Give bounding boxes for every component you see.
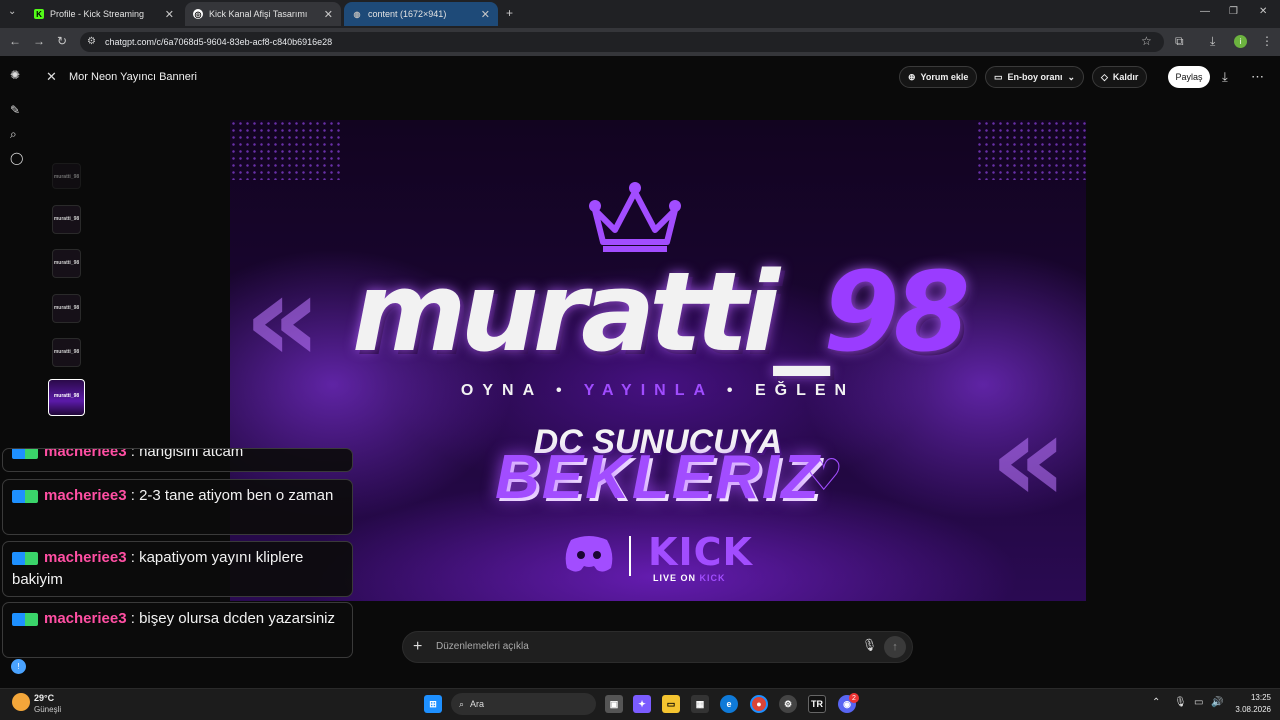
minimize-icon[interactable]: — [1200,6,1210,17]
thumbnail-selected[interactable]: muratti_98 [48,379,85,416]
chatgpt-favicon-icon: ◎ [193,9,203,19]
windows-start-icon[interactable]: ⊞ [424,695,442,713]
streamer-name: muratti_98 [351,248,970,376]
send-button[interactable]: ↑ [884,636,906,658]
chrome-icon[interactable]: ● [750,695,768,713]
tray-display-icon[interactable]: ▭ [1194,697,1203,708]
edge-icon[interactable]: e [720,695,738,713]
chevron-down-icon: ⌄ [1067,71,1076,82]
remove-button[interactable]: ◇ Kaldır [1092,66,1148,88]
close-icon[interactable]: ✕ [46,69,57,85]
chat-badge-icon [12,612,38,626]
reload-icon[interactable]: ↻ [57,34,67,48]
thumbnail[interactable]: muratti_98 [52,205,81,234]
taskbar-search[interactable]: ⌕ Ara [451,693,596,715]
weather-desc[interactable]: Güneşli [34,705,61,714]
thumbnail[interactable]: muratti_98 [52,294,81,323]
downloads-icon[interactable]: ⤓ [1210,34,1215,49]
weather-temp[interactable]: 29°C [34,693,54,703]
download-icon[interactable]: ⤓ [1222,69,1228,85]
page-title: Mor Neon Yayıncı Banneri [69,71,197,83]
globe-favicon-icon: ◍ [353,9,361,19]
app-icon[interactable]: ⚙ [779,695,797,713]
kick-logo: KICK [648,530,753,574]
url-text: chatgpt.com/c/6a7068d5-9604-83eb-acf8-c8… [105,37,333,47]
aspect-ratio-button[interactable]: ▭ En-boy oranı ⌄ [985,66,1085,88]
chat-message: macheriee3 : bişey olursa dcden yazarsin… [2,602,353,658]
microphone-icon[interactable]: 🎙 [862,638,877,652]
maximize-icon[interactable]: ❐ [1229,6,1238,17]
new-tab-plus-icon[interactable]: + [506,6,513,20]
live-on-kick-text: LIVE ON KICK [653,573,726,583]
forward-arrow-icon[interactable]: → [33,34,45,48]
tab-label: content (1672×941) [368,9,447,19]
file-explorer-icon[interactable]: ▭ [662,695,680,713]
dot-grid-decoration [976,120,1086,180]
tab-content-image[interactable]: ◍ content (1672×941) ✕ [344,2,498,26]
tr-app-icon[interactable]: TR [808,695,826,713]
tab-kick-banner[interactable]: ◎ Kick Kanal Afişi Tasarımı ✕ [185,2,341,26]
profile-avatar[interactable]: i [1234,35,1247,48]
tab-close-icon[interactable]: ✕ [324,8,333,21]
chat-message: macheriee3 : hangisini atcam [2,448,353,472]
help-icon[interactable]: ! [11,659,26,674]
bookmark-star-icon[interactable]: ☆ [1141,34,1152,48]
tagline: OYNA • YAYINLA • EĞLEN [460,382,856,399]
weather-sun-icon [12,693,30,711]
heart-icon: ♡ [804,451,844,500]
tab-close-icon[interactable]: ✕ [481,8,490,21]
tab-label: Profile - Kick Streaming [50,9,145,19]
store-icon[interactable]: ▦ [691,695,709,713]
add-attachment-icon[interactable]: + [413,638,422,656]
tray-chevron-up-icon[interactable]: ⌃ [1152,697,1160,708]
edit-prompt-input[interactable]: Düzenlemeleri açıkla [436,641,529,652]
chat-badge-icon [12,489,38,503]
thumbnail[interactable]: muratti_98 [52,249,81,278]
thumbnail[interactable]: muratti_98 [52,163,81,189]
search-icon: ⌕ [459,698,465,709]
chat-badge-icon [12,449,38,459]
chat-bubble-icon[interactable]: ◯ [10,151,24,165]
search-icon[interactable]: ⌕ [10,127,24,141]
share-button[interactable]: Paylaş [1168,66,1210,88]
bekleriz-text: BEKLERIZ [495,443,821,512]
tray-volume-icon[interactable]: 🔊 [1211,697,1223,708]
eraser-icon: ◇ [1101,71,1108,82]
tab-kick-profile[interactable]: K Profile - Kick Streaming ✕ [26,2,182,26]
chat-message: macheriee3 : kapatiyom yayını kliplere b… [2,541,353,597]
chat-message: macheriee3 : 2-3 tane atiyom ben o zaman [2,479,353,535]
back-arrow-icon[interactable]: ← [9,34,21,48]
chatgpt-logo-icon[interactable]: ✺ [10,68,24,82]
thumbnail[interactable]: muratti_98 [52,338,81,367]
discord-icon [565,536,613,572]
plus-circle-icon: ⊕ [908,71,916,82]
menu-kebab-icon[interactable]: ⋮ [1261,34,1273,48]
kick-favicon-icon: K [34,9,44,19]
add-comment-button[interactable]: ⊕ Yorum ekle [899,66,978,88]
logo-divider [629,536,631,576]
tab-label: Kick Kanal Afişi Tasarımı [209,9,308,19]
extensions-icon[interactable]: ⧉ [1175,34,1184,49]
clock-time[interactable]: 13:25 [1233,693,1271,702]
tab-close-icon[interactable]: ✕ [165,8,174,21]
copilot-icon[interactable]: ✦ [633,695,651,713]
clock-date[interactable]: 3.08.2026 [1226,705,1271,714]
aspect-ratio-icon: ▭ [994,71,1003,82]
chat-badge-icon [12,551,38,565]
new-chat-icon[interactable]: ✎ [10,103,24,117]
tray-mic-icon[interactable]: 🎙 [1174,697,1187,708]
banner-image: « « muratti_98 OYNA • YAYINLA • EĞLEN DC… [230,120,1086,601]
discord-badge: 2 [849,693,859,703]
site-info-icon[interactable]: ⚙ [87,36,96,47]
tab-search-chevron-icon[interactable]: ⌄ [8,6,16,17]
window-close-icon[interactable]: ✕ [1259,6,1267,17]
dot-grid-decoration [230,120,340,180]
more-options-icon[interactable]: ⋯ [1251,69,1264,85]
task-view-icon[interactable]: ▣ [605,695,623,713]
